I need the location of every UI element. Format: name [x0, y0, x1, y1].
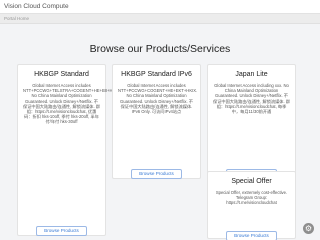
product-title: Special Offer: [231, 178, 272, 185]
product-card-hkbgp-standard: HKBGP Standard Global Internet Access in…: [17, 64, 121, 236]
gear-icon[interactable]: ⚙: [303, 223, 314, 234]
product-title: Japan Lite: [235, 71, 268, 78]
brand-name[interactable]: Vision Cloud Compute: [4, 3, 69, 10]
breadcrumb: Portal Home: [0, 14, 320, 24]
product-description: Global Internet Access includes NTT+PCCW…: [23, 83, 121, 125]
product-card-hkbgp-standard-ipv6: HKBGP Standard IPv6 Global Internet Acce…: [112, 64, 201, 179]
product-title: HKBGP Standard: [34, 71, 89, 78]
product-card-special-offer: Special Offer Special Offer, extremely c…: [207, 171, 296, 240]
product-description: Global Internet Access includes NTT+PCCW…: [118, 83, 198, 115]
product-description: Special Offer, extremely cost-effective.…: [215, 190, 288, 206]
browse-products-button[interactable]: Browse Products: [36, 225, 87, 236]
product-title: HKBGP Standard IPv6: [121, 71, 192, 78]
page-title: Browse our Products/Services: [89, 43, 231, 55]
browse-products-button[interactable]: Browse Products: [226, 230, 277, 240]
product-description: Global Internet Access including xxx. No…: [213, 83, 291, 115]
breadcrumb-item-portal-home[interactable]: Portal Home: [4, 16, 29, 21]
browse-products-button[interactable]: Browse Products: [131, 168, 182, 179]
product-card-japan-lite: Japan Lite Global Internet Access includ…: [207, 64, 296, 179]
top-bar: Vision Cloud Compute: [0, 0, 320, 14]
